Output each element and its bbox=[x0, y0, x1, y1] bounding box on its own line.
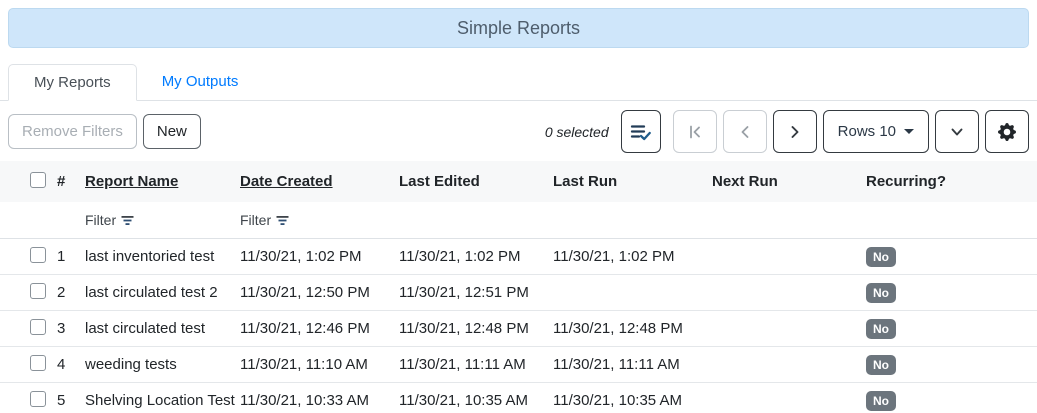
column-header-report-name[interactable]: Report Name bbox=[85, 173, 240, 190]
table-row: 2 last circulated test 2 11/30/21, 12:50… bbox=[0, 275, 1037, 311]
new-button[interactable]: New bbox=[142, 114, 201, 149]
table-row: 1 last inventoried test 11/30/21, 1:02 P… bbox=[0, 239, 1037, 275]
last-edited: 11/30/21, 12:48 PM bbox=[399, 320, 529, 337]
column-header-last-run: Last Run bbox=[553, 173, 618, 190]
row-number: 1 bbox=[57, 248, 66, 265]
row-checkbox[interactable] bbox=[30, 390, 46, 407]
toolbar-left: Remove Filters New bbox=[8, 114, 201, 149]
date-created: 11/30/21, 12:50 PM bbox=[240, 284, 370, 301]
row-checkbox[interactable] bbox=[30, 354, 46, 371]
table-row: 4 weeding tests 11/30/21, 11:10 AM 11/30… bbox=[0, 347, 1037, 383]
rows-per-page-dropdown[interactable]: Rows 10 bbox=[822, 110, 929, 153]
column-header-recurring: Recurring? bbox=[866, 173, 947, 190]
last-edited: 11/30/21, 11:11 AM bbox=[399, 356, 526, 373]
column-header-last-edited: Last Edited bbox=[399, 173, 480, 190]
table-header-row: # Report Name Date Created Last Edited L… bbox=[0, 161, 1037, 202]
tab-my-outputs[interactable]: My Outputs bbox=[137, 64, 264, 100]
filter-date-created[interactable]: Filter bbox=[240, 212, 399, 228]
next-page-button[interactable] bbox=[772, 110, 817, 153]
multi-select-button[interactable] bbox=[620, 110, 661, 153]
settings-button[interactable] bbox=[985, 110, 1029, 153]
gear-icon bbox=[998, 122, 1016, 141]
recurring-badge: No bbox=[866, 390, 896, 411]
rows-per-page-label: Rows 10 bbox=[837, 123, 896, 140]
selected-count: 0 selected bbox=[544, 123, 609, 140]
page-title-bar: Simple Reports bbox=[8, 8, 1029, 48]
last-run: 11/30/21, 11:11 AM bbox=[553, 356, 680, 373]
report-name: weeding tests bbox=[85, 356, 177, 373]
caret-down-icon bbox=[904, 129, 914, 134]
last-edited: 11/30/21, 10:35 AM bbox=[399, 392, 528, 409]
date-created: 11/30/21, 1:02 PM bbox=[240, 248, 362, 265]
chevron-left-icon bbox=[737, 124, 753, 140]
recurring-badge: No bbox=[866, 246, 896, 267]
filter-lines-icon bbox=[121, 215, 134, 226]
row-checkbox[interactable] bbox=[30, 318, 46, 335]
reports-table: # Report Name Date Created Last Edited L… bbox=[0, 161, 1037, 413]
chevron-right-icon bbox=[787, 124, 803, 140]
first-page-button[interactable] bbox=[672, 110, 717, 153]
page-title: Simple Reports bbox=[456, 17, 581, 38]
date-created: 11/30/21, 12:46 PM bbox=[240, 320, 370, 337]
row-number: 2 bbox=[57, 284, 66, 301]
toolbar: Remove Filters New 0 selected Rows 10 bbox=[0, 101, 1037, 158]
last-run: 11/30/21, 10:35 AM bbox=[553, 392, 682, 409]
toolbar-right: 0 selected Rows 10 bbox=[545, 110, 1029, 153]
filter-label: Filter bbox=[240, 212, 272, 228]
table-row: 5 Shelving Location Test 11/30/21, 10:33… bbox=[0, 383, 1037, 413]
tab-my-reports[interactable]: My Reports bbox=[8, 64, 137, 101]
filter-lines-icon bbox=[276, 215, 289, 226]
filter-report-name[interactable]: Filter bbox=[85, 212, 240, 228]
last-run: 11/30/21, 12:48 PM bbox=[553, 320, 683, 337]
report-name: Shelving Location Test bbox=[85, 392, 235, 409]
report-name: last inventoried test bbox=[85, 248, 215, 265]
recurring-badge: No bbox=[866, 354, 896, 375]
table-row: 3 last circulated test 11/30/21, 12:46 P… bbox=[0, 311, 1037, 347]
select-all-checkbox[interactable] bbox=[30, 171, 46, 188]
expand-button[interactable] bbox=[935, 110, 979, 153]
previous-page-button[interactable] bbox=[722, 110, 767, 153]
date-created: 11/30/21, 10:33 AM bbox=[240, 392, 369, 409]
table-body: 1 last inventoried test 11/30/21, 1:02 P… bbox=[0, 239, 1037, 413]
last-run: 11/30/21, 1:02 PM bbox=[553, 248, 675, 265]
row-number: 3 bbox=[57, 320, 66, 337]
recurring-badge: No bbox=[866, 318, 896, 339]
row-number: 5 bbox=[57, 392, 66, 409]
date-created: 11/30/21, 11:10 AM bbox=[240, 356, 368, 373]
last-edited: 11/30/21, 12:51 PM bbox=[399, 284, 529, 301]
column-header-next-run: Next Run bbox=[712, 173, 778, 190]
first-page-icon bbox=[687, 124, 703, 140]
filter-label: Filter bbox=[85, 212, 117, 228]
column-header-date-created[interactable]: Date Created bbox=[240, 173, 399, 190]
list-check-icon bbox=[630, 123, 651, 141]
chevron-down-icon bbox=[949, 124, 965, 140]
report-name: last circulated test 2 bbox=[85, 284, 218, 301]
remove-filters-button[interactable]: Remove Filters bbox=[8, 114, 137, 149]
row-checkbox[interactable] bbox=[30, 282, 46, 299]
table-filter-row: Filter Filter bbox=[0, 202, 1037, 239]
row-checkbox[interactable] bbox=[30, 246, 46, 263]
recurring-badge: No bbox=[866, 282, 896, 303]
row-number: 4 bbox=[57, 356, 66, 373]
last-edited: 11/30/21, 1:02 PM bbox=[399, 248, 521, 265]
tab-bar: My Reports My Outputs bbox=[0, 64, 1037, 101]
report-name: last circulated test bbox=[85, 320, 206, 337]
column-header-number: # bbox=[57, 173, 66, 190]
